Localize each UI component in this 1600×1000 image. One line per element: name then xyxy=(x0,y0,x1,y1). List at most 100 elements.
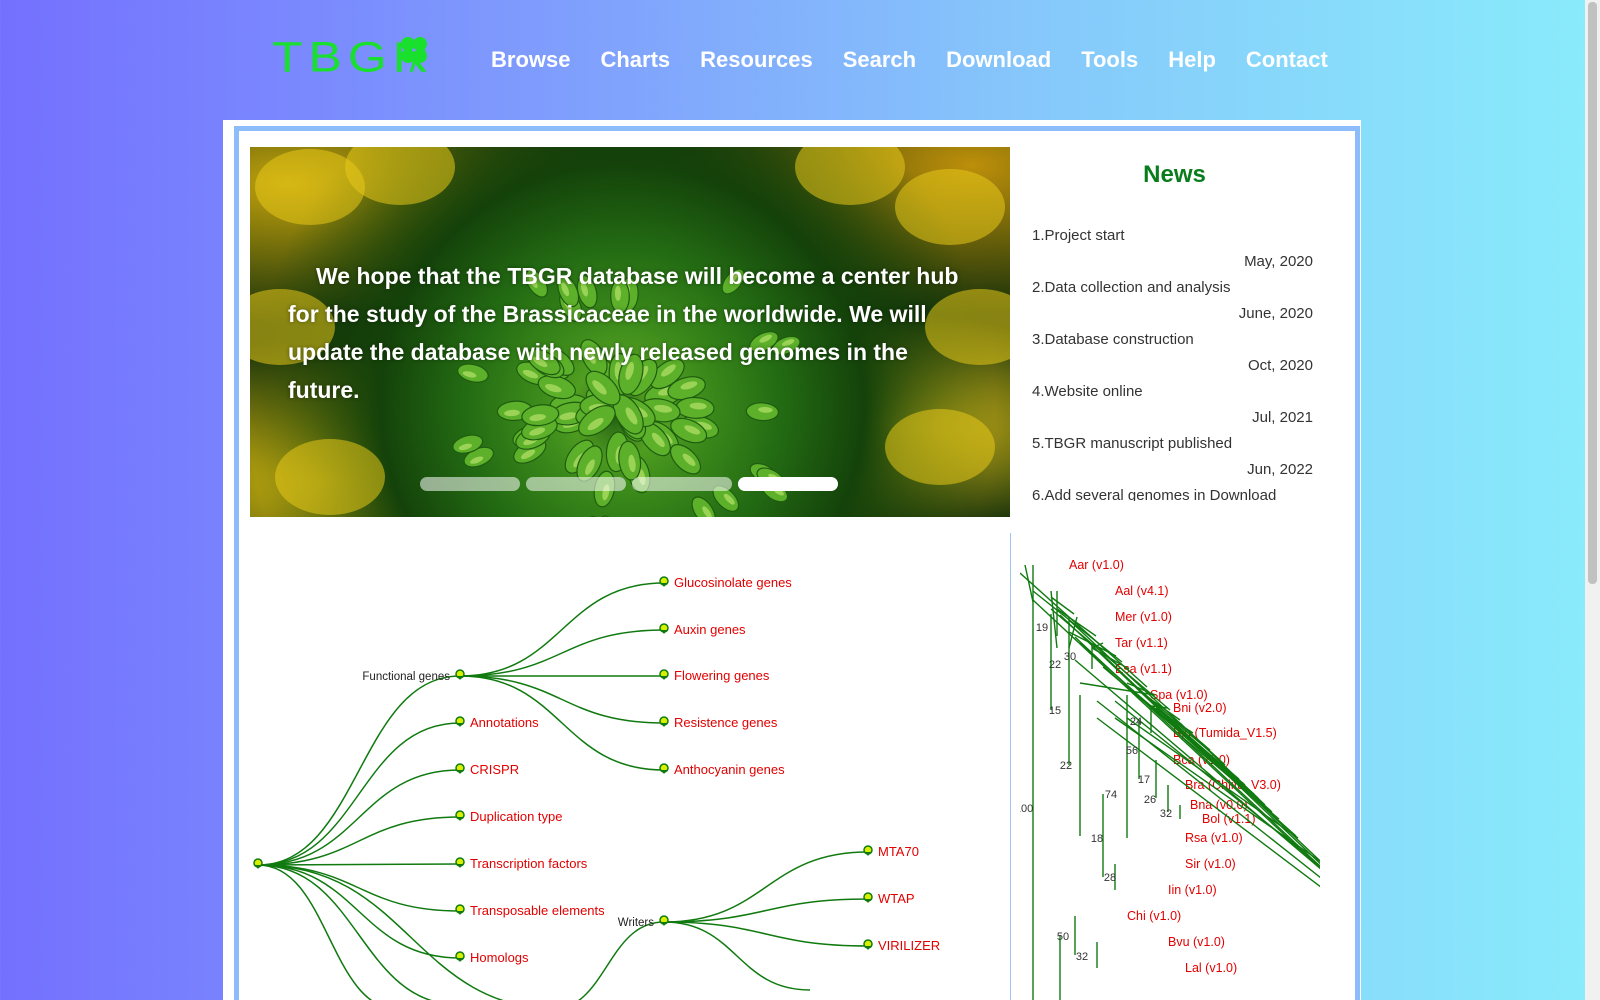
phylo-bootstrap-value: 74 xyxy=(1105,789,1117,801)
phylo-species-label[interactable]: Mer (v1.0) xyxy=(1115,610,1172,624)
tree-leaf-link[interactable]: CRISPR xyxy=(470,762,519,777)
news-item-date: Jul, 2021 xyxy=(1252,409,1313,426)
tree-branch xyxy=(663,921,811,991)
carousel-dot-2[interactable] xyxy=(526,477,626,491)
phylo-species-label[interactable]: Sir (v1.0) xyxy=(1185,857,1236,871)
phylo-bootstrap-value: 15 xyxy=(1049,705,1061,717)
logo[interactable]: TBGR xyxy=(272,30,434,84)
tree-leaf-link[interactable]: Resistence genes xyxy=(674,715,778,730)
banner-carousel[interactable]: We hope that the TBGR database will beco… xyxy=(250,147,1010,517)
phylo-bootstrap-value: 32 xyxy=(1160,808,1172,820)
tree-node-marker[interactable] xyxy=(659,669,669,680)
tree-leaf-link[interactable]: MTA70 xyxy=(878,844,919,859)
tree-node-marker[interactable] xyxy=(455,669,465,680)
phylo-bootstrap-value: 56 xyxy=(1126,745,1138,757)
news-item-date: Jun, 2022 xyxy=(1247,461,1313,478)
tree-leaf-link[interactable]: WTAP xyxy=(878,891,915,906)
news-item-date: May, 2020 xyxy=(1244,253,1313,270)
tree-leaf-link[interactable]: Homologs xyxy=(470,950,529,965)
phylo-species-label[interactable]: Iin (v1.0) xyxy=(1168,883,1217,897)
tree-node-marker[interactable] xyxy=(863,939,873,950)
tree-leaf-link[interactable]: Annotations xyxy=(470,715,539,730)
tree-group-label: Functional genes xyxy=(362,671,450,683)
tree-branch xyxy=(257,675,461,866)
tree-leaf-link[interactable]: Transcription factors xyxy=(470,856,588,871)
tree-branch xyxy=(257,864,504,1000)
scrollbar-thumb[interactable] xyxy=(1588,2,1597,584)
news-item: 6.Add several genomes in Download xyxy=(1032,483,1317,501)
carousel-dot-1[interactable] xyxy=(420,477,520,491)
phylo-bootstrap-value: 18 xyxy=(1091,833,1103,845)
news-item-title: 5.TBGR manuscript published xyxy=(1032,435,1233,452)
tree-node-marker[interactable] xyxy=(659,623,669,634)
phylo-species-label[interactable]: Bol (v1.1) xyxy=(1202,812,1256,826)
tree-leaf-link[interactable]: Anthocyanin genes xyxy=(674,762,785,777)
nav-browse[interactable]: Browse xyxy=(491,42,570,78)
phylo-species-label[interactable]: Bni (v2.0) xyxy=(1173,701,1227,715)
tree-node-marker[interactable] xyxy=(659,763,669,774)
phylo-species-label[interactable]: Tar (v1.1) xyxy=(1115,636,1168,650)
tree-node-marker[interactable] xyxy=(455,857,465,868)
news-item: 1.Project start May, 2020 xyxy=(1032,223,1317,275)
tree-node-marker[interactable] xyxy=(659,576,669,587)
news-item: 4.Website online Jul, 2021 xyxy=(1032,379,1317,431)
tree-node-marker[interactable] xyxy=(863,892,873,903)
tree-node-marker[interactable] xyxy=(455,716,465,727)
phylo-bootstrap-value: 19 xyxy=(1036,622,1048,634)
phylo-species-label[interactable]: Lal (v1.0) xyxy=(1185,961,1237,975)
tree-branch xyxy=(257,864,461,959)
phylo-branch xyxy=(1056,608,1097,637)
tree-leaf-link[interactable]: Glucosinolate genes xyxy=(674,575,792,590)
tree-group-label: Writers xyxy=(618,917,654,929)
news-item-title: 1.Project start xyxy=(1032,227,1125,244)
tree-branch xyxy=(257,769,461,866)
tree-node-marker[interactable] xyxy=(659,915,669,926)
phylo-bootstrap-value: 26 xyxy=(1144,794,1156,806)
phylo-species-label[interactable]: Rsa (v1.0) xyxy=(1185,831,1243,845)
nav-contact[interactable]: Contact xyxy=(1246,42,1328,78)
phylo-bootstrap-value: 28 xyxy=(1104,872,1116,884)
tree-leaf-link[interactable]: Auxin genes xyxy=(674,622,746,637)
phylo-bootstrap-value: 22 xyxy=(1049,659,1061,671)
nav-resources[interactable]: Resources xyxy=(700,42,813,78)
page-scrollbar[interactable] xyxy=(1585,0,1600,1000)
news-list[interactable]: 1.Project start May, 2020 2.Data collect… xyxy=(1032,223,1317,501)
tree-node-marker[interactable] xyxy=(863,845,873,856)
tree-node-marker[interactable] xyxy=(455,763,465,774)
nav-search[interactable]: Search xyxy=(843,42,916,78)
tree-branch xyxy=(663,921,869,947)
phylo-species-label[interactable]: Aar (v1.0) xyxy=(1069,560,1124,572)
news-item: 5.TBGR manuscript published Jun, 2022 xyxy=(1032,431,1317,483)
carousel-indicators xyxy=(420,477,844,491)
tree-leaf-link[interactable]: Transposable elements xyxy=(470,903,605,918)
phylo-bootstrap-value: 50 xyxy=(1057,931,1069,943)
news-item: 2.Data collection and analysis June, 202… xyxy=(1032,275,1317,327)
section-divider xyxy=(1010,533,1011,1000)
tree-branch xyxy=(663,898,869,923)
species-phylogeny: Aar (v1.0) Aal (v4.1) Mer (v1.0) Tar (v1.1)… xyxy=(1020,560,1320,1000)
tree-node-marker[interactable] xyxy=(455,904,465,915)
carousel-dot-4[interactable] xyxy=(738,477,838,491)
tree-node-marker[interactable] xyxy=(455,810,465,821)
news-item-title: 3.Database construction xyxy=(1032,331,1194,348)
news-item-title: 4.Website online xyxy=(1032,383,1143,400)
phylo-species-label[interactable]: Chi (v1.0) xyxy=(1127,909,1181,923)
tree-leaf-link[interactable]: VIRILIZER xyxy=(878,938,940,953)
tree-node-marker[interactable] xyxy=(253,858,263,869)
nav-charts[interactable]: Charts xyxy=(600,42,670,78)
tree-leaf-link[interactable]: Flowering genes xyxy=(674,668,770,683)
phylo-species-label[interactable]: Aal (v4.1) xyxy=(1115,584,1169,598)
phylo-species-label[interactable]: Bvu (v1.0) xyxy=(1168,935,1225,949)
nav-tools[interactable]: Tools xyxy=(1081,42,1138,78)
news-item: 3.Database construction Oct, 2020 xyxy=(1032,327,1317,379)
nav-help[interactable]: Help xyxy=(1168,42,1216,78)
tree-node-marker[interactable] xyxy=(659,716,669,727)
nav-download[interactable]: Download xyxy=(946,42,1051,78)
carousel-dot-3[interactable] xyxy=(632,477,732,491)
tree-leaf-link[interactable]: Duplication type xyxy=(470,809,563,824)
tree-node-marker[interactable] xyxy=(455,951,465,962)
news-item-date: Oct, 2020 xyxy=(1247,357,1313,374)
news-item-title: 2.Data collection and analysis xyxy=(1032,279,1231,296)
tree-branch xyxy=(257,722,461,866)
news-title: News xyxy=(1143,161,1206,188)
